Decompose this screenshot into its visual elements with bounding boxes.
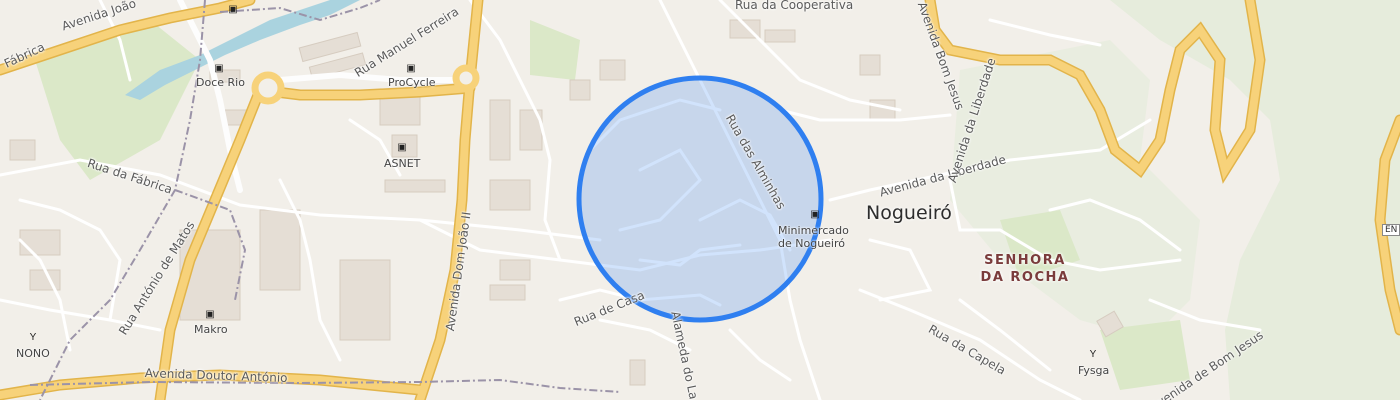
district-label-line1: SENHORA <box>984 253 1066 268</box>
poi-label-procycle[interactable]: ProCycle <box>388 76 436 89</box>
bicycle-shop-icon[interactable]: ▣ <box>406 64 416 74</box>
shop-icon[interactable]: ▣ <box>228 5 238 15</box>
shop-icon[interactable]: ▣ <box>214 64 224 74</box>
bar-icon[interactable]: Y <box>1088 350 1098 360</box>
bar-icon[interactable]: Y <box>28 333 38 343</box>
map-canvas[interactable]: Avenida João Fábrica Rua Manuel Ferreira… <box>0 0 1400 400</box>
poi-label-minimercado-line2: de Nogueiró <box>778 237 845 250</box>
poi-label-nono[interactable]: NONO <box>16 347 50 360</box>
road-shield-en: EN <box>1382 224 1400 236</box>
district-label-line2: DA ROCHA <box>980 270 1070 285</box>
poi-label-doce-rio[interactable]: Doce Rio <box>196 76 245 89</box>
place-label-nogueiro[interactable]: Nogueiró <box>866 202 952 224</box>
poi-label-asnet[interactable]: ASNET <box>384 157 420 170</box>
shop-icon[interactable]: ▣ <box>397 143 407 153</box>
map-basemap <box>0 0 1400 400</box>
district-label-senhora-da-rocha[interactable]: SENHORA DA ROCHA <box>980 252 1070 286</box>
shopping-cart-icon[interactable]: ▣ <box>810 210 820 220</box>
poi-label-makro[interactable]: Makro <box>194 323 228 336</box>
street-label-rua-da-cooperativa: Rua da Cooperativa <box>735 0 854 12</box>
poi-label-minimercado[interactable]: Minimercado de Nogueiró <box>778 224 849 250</box>
supermarket-icon[interactable]: ▣ <box>205 310 215 320</box>
poi-label-fysga[interactable]: Fysga <box>1078 364 1109 377</box>
poi-label-minimercado-line1: Minimercado <box>778 224 849 237</box>
